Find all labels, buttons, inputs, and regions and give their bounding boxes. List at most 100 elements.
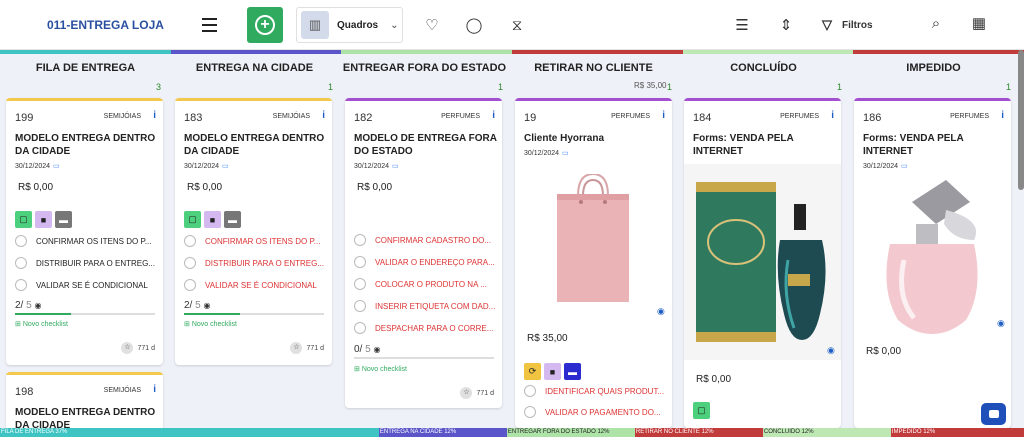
column-title[interactable]: IMPEDIDO [851,62,1016,76]
card[interactable]: 19 PERFUMES i Cliente Hyorrana 30/12/202… [515,98,672,428]
product-image-gift-bag[interactable] [551,172,635,304]
column-title[interactable]: FILA DE ENTREGA [3,62,168,76]
card[interactable]: 198 SEMIJÓIAS i MODELO ENTREGA DENTRO DA… [6,372,163,432]
info-icon[interactable]: i [492,110,495,121]
eye-off-icon[interactable]: ◉ [373,345,380,354]
checklist-item[interactable]: CONFIRMAR CADASTRO DO... [354,234,502,246]
column-title[interactable]: CONCLUÍDO [681,62,846,76]
shopping-bag-icon[interactable]: ■ [544,363,561,380]
repeat-icon[interactable]: ⟳ [524,363,541,380]
hourglass-icon[interactable]: ⧖ [507,15,527,35]
checklist-item[interactable]: CONFIRMAR OS ITENS DO P... [15,235,163,247]
column-title[interactable]: ENTREGA NA CIDADE [172,62,337,76]
checkbox-icon[interactable] [15,257,27,269]
product-image-perfume[interactable] [874,180,992,334]
star-icon[interactable]: ☆ [290,342,303,354]
card[interactable]: 183 SEMIJÓIAS i MODELO ENTREGA DENTRO DA… [175,98,332,365]
checklist-item-label: CONFIRMAR OS ITENS DO P... [36,236,152,246]
checklist-item-label: DESPACHAR PARA O CORRE... [375,323,494,333]
progress-done: 2/ [15,300,24,311]
status-segment: CONCLUÍDO 12% [762,428,891,437]
eye-icon[interactable]: ◉ [827,345,835,356]
money-icon[interactable]: ▢ [184,211,201,228]
column-count: 1 [1006,82,1012,92]
card[interactable]: 182 PERFUMES i MODELO DE ENTREGA FORA DO… [345,98,502,408]
whatsapp-icon[interactable]: ◯ [464,15,484,35]
checkbox-icon[interactable] [354,256,366,268]
checkbox-icon[interactable] [184,257,196,269]
checklist-item[interactable]: CONFIRMAR OS ITENS DO P... [184,235,332,247]
star-icon[interactable]: ☆ [460,387,473,399]
info-icon[interactable]: i [1001,110,1004,121]
checklist-item[interactable]: IDENTIFICAR QUAIS PRODUT... [524,385,672,397]
shopping-bag-icon[interactable]: ■ [35,211,52,228]
card-category: SEMIJÓIAS [272,113,310,120]
checklist-item[interactable]: INSERIR ETIQUETA COM DAD... [354,300,502,312]
checklist-item[interactable]: VALIDAR O ENDEREÇO PARA... [354,256,502,268]
money-icon[interactable]: ▢ [15,211,32,228]
new-checklist-link[interactable]: ⊞ Novo checklist [184,320,237,328]
card[interactable]: 184 PERFUMES i Forms: VENDA PELA INTERNE… [684,98,841,428]
column-title[interactable]: RETIRAR NO CLIENTE [511,62,676,76]
eye-off-icon[interactable]: ◉ [203,301,210,310]
checklist-item[interactable]: DESPACHAR PARA O CORRE... [354,322,502,334]
card-age: ☆ 771 d [121,342,155,354]
checklist-item[interactable]: VALIDAR SE É CONDICIONAL [184,279,332,291]
info-icon[interactable]: i [322,110,325,121]
star-icon[interactable]: ☆ [121,342,134,354]
search-icon[interactable]: ⌕ [926,13,946,33]
checkbox-icon[interactable] [15,235,27,247]
list-icon[interactable]: ☰ [732,15,752,35]
workspace-title[interactable]: 011-ENTREGA LOJA [47,18,164,32]
info-icon[interactable]: i [153,110,156,121]
chat-button[interactable] [981,403,1006,425]
new-checklist-link[interactable]: ⊞ Novo checklist [15,320,68,328]
checkbox-icon[interactable] [524,406,536,418]
truck-icon[interactable]: ▬ [224,211,241,228]
collapse-icon[interactable]: ⇕ [776,15,796,35]
checkbox-icon[interactable] [15,279,27,291]
checkbox-icon[interactable] [524,385,536,397]
checkbox-icon[interactable] [354,300,366,312]
column-amount: R$ 35,00 [634,81,667,90]
card-id: 186 [863,112,882,124]
money-icon[interactable]: ▢ [693,402,710,419]
shopping-bag-icon[interactable]: ■ [204,211,221,228]
checkbox-icon[interactable] [354,278,366,290]
checklist-progress: 2/ 5 ◉ [15,300,41,311]
checkbox-icon[interactable] [184,279,196,291]
menu-icon[interactable] [200,16,220,34]
card-date-text: 30/12/2024 [15,163,51,170]
checklist-item[interactable]: DISTRIBUIR PARA O ENTREG... [15,257,163,269]
progress-bar [354,357,494,359]
checklist-item[interactable]: DISTRIBUIR PARA O ENTREG... [184,257,332,269]
eye-icon[interactable]: ◉ [657,306,665,317]
card[interactable]: 199 SEMIJÓIAS i MODELO ENTREGA DENTRO DA… [6,98,163,365]
calendar-settings-icon[interactable]: ▦ [969,13,989,33]
checkbox-icon[interactable] [354,322,366,334]
card-id: 198 [15,386,34,398]
eye-off-icon[interactable]: ◉ [34,301,41,310]
info-icon[interactable]: i [831,110,834,121]
truck-icon[interactable]: ▬ [564,363,581,380]
checkbox-icon[interactable] [184,235,196,247]
info-icon[interactable]: i [153,384,156,395]
checkbox-icon[interactable] [354,234,366,246]
board-icon: ▥ [301,11,329,39]
heart-icon[interactable]: ♡ [422,15,442,35]
checklist-item[interactable]: VALIDAR SE É CONDICIONAL [15,279,163,291]
truck-icon[interactable]: ▬ [55,211,72,228]
add-card-button[interactable]: + [247,7,283,43]
product-image-perfume[interactable] [684,164,841,360]
scrollbar[interactable] [1018,50,1024,190]
new-checklist-link[interactable]: ⊞ Novo checklist [354,365,407,373]
checklist-item[interactable]: COLOCAR O PRODUTO NA ... [354,278,502,290]
card[interactable]: 186 PERFUMES i Forms: VENDA PELA INTERNE… [854,98,1011,428]
eye-icon[interactable]: ◉ [997,318,1005,329]
filters-button[interactable]: ▽ Filtros [822,15,873,35]
info-icon[interactable]: i [662,110,665,121]
calendar-icon: ▭ [222,163,229,170]
column-title[interactable]: ENTREGAR FORA DO ESTADO [342,62,507,76]
view-selector[interactable]: ▥ Quadros ⌄ [296,7,403,43]
checklist-item[interactable]: VALIDAR O PAGAMENTO DO... [524,406,672,418]
